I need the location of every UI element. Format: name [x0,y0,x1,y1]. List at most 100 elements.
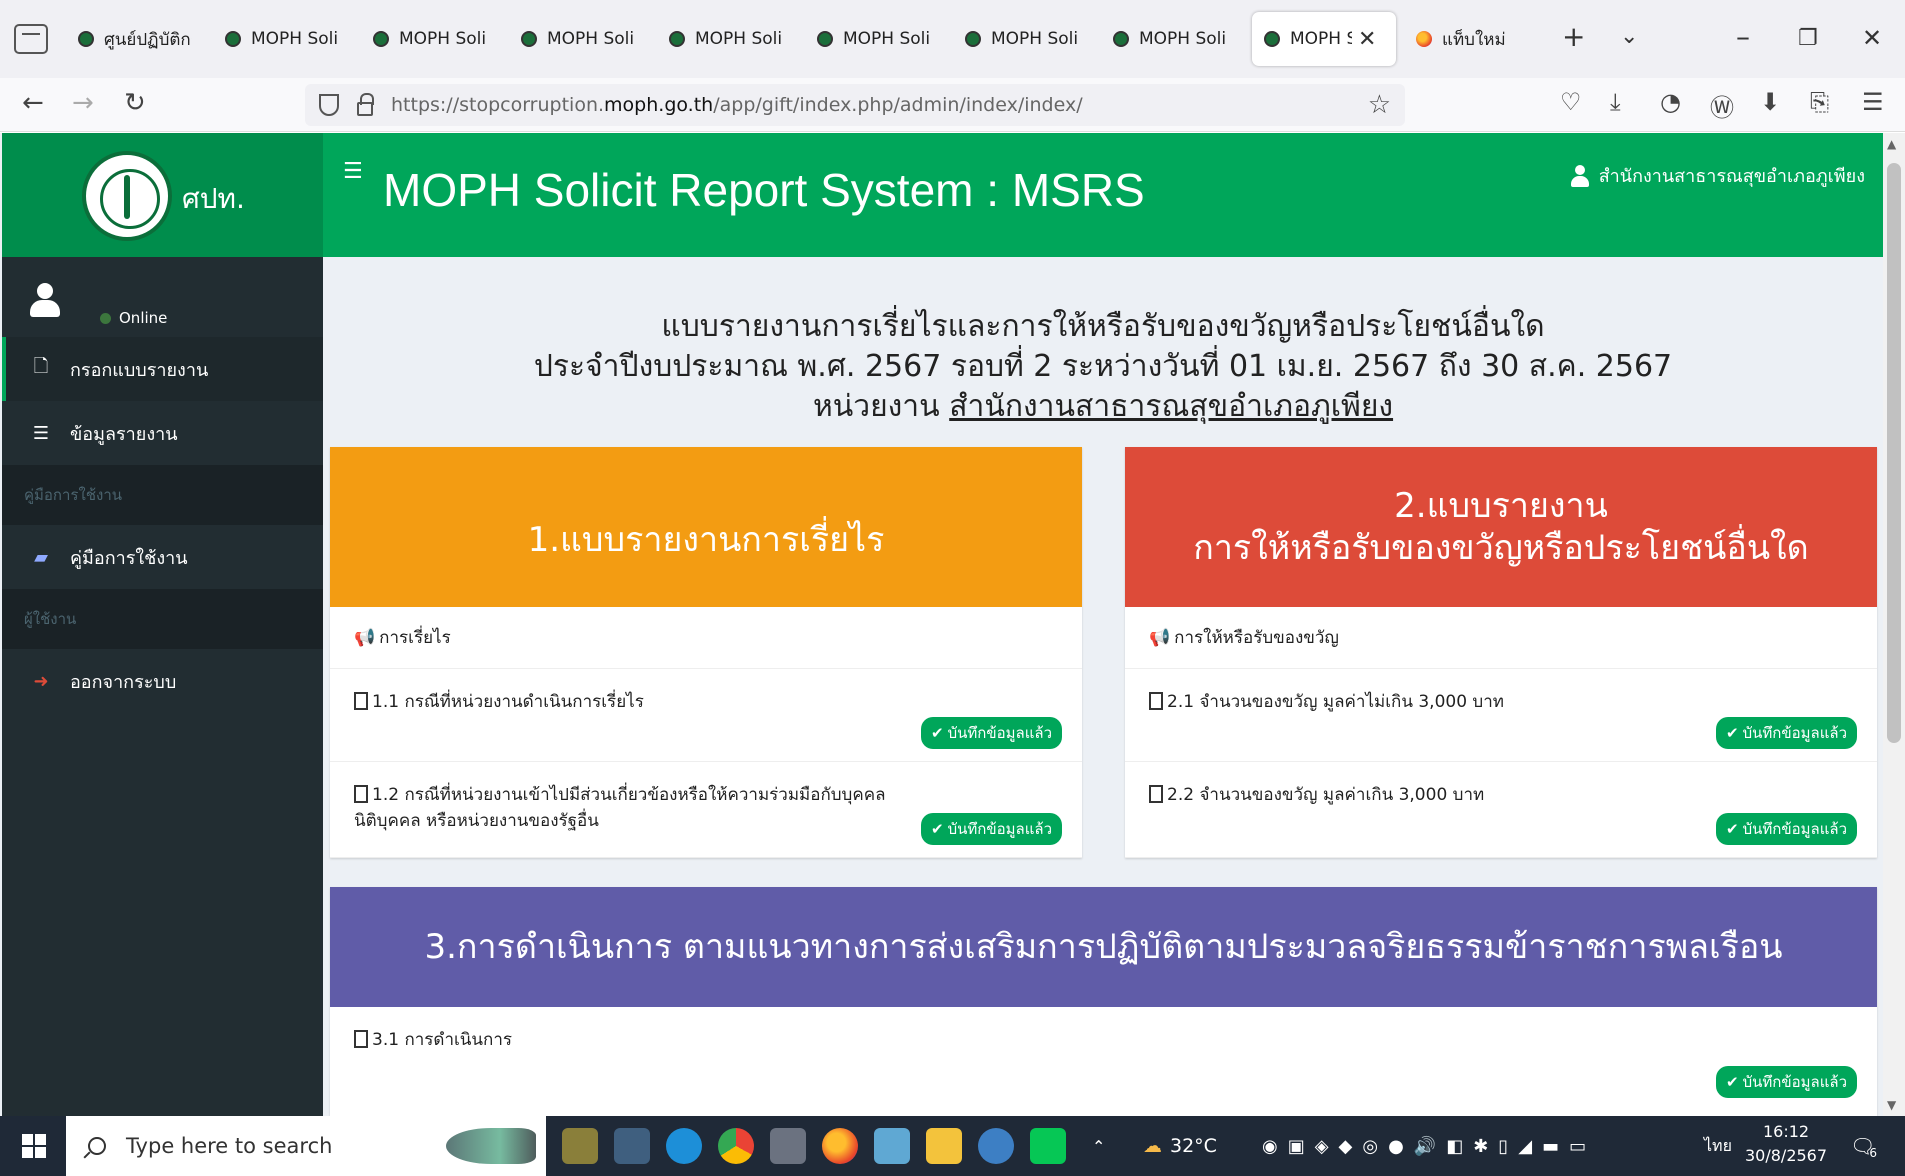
report-item[interactable]: 1.2 กรณีที่หน่วยงานเข้าไปมีส่วนเกี่ยวข้อ… [330,762,1082,858]
menu-icon[interactable]: ☰ [1862,88,1884,116]
line-icon[interactable] [1030,1128,1066,1164]
share-icon[interactable]: ⎘ [1810,88,1829,116]
chevron-down-icon[interactable]: ⌄ [1620,24,1638,49]
page-scrollbar[interactable]: ▲ ▼ [1883,133,1905,1116]
browser-tab-active[interactable]: MOPH S ✕ [1252,12,1396,66]
close-window-icon[interactable]: ✕ [1862,24,1882,52]
notification-icon[interactable]: 🗨 6 [1850,1116,1877,1176]
section-gift-box: 2.แบบรายงาน การให้หรือรับของขวัญหรือประโ… [1125,447,1877,858]
browser-tab[interactable]: MOPH Solicit [509,12,653,66]
file-icon [1149,692,1163,710]
windows-start-icon[interactable] [22,1134,46,1158]
lock-app-icon[interactable] [770,1128,806,1164]
taskbar-search[interactable]: Type here to search [66,1116,546,1176]
shield-icon[interactable] [319,94,339,116]
show-hidden-icons-icon[interactable]: ⌃ [1092,1116,1105,1176]
restore-icon[interactable]: ❐ [1798,26,1818,51]
whale-shark-image [446,1128,536,1164]
report-item-text: 1.2 กรณีที่หน่วยงานเข้าไปมีส่วนเกี่ยวข้อ… [354,785,886,831]
clock-time: 16:12 [1762,1122,1810,1141]
sidebar-item-fill-report[interactable]: 🗋 กรอกแบบรายงาน [2,337,323,401]
report-item[interactable]: 2.2 จำนวนของขวัญ มูลค่าเกิน 3,000 บาท ✔ บ… [1125,762,1877,858]
weather[interactable]: ☁ 32°C [1143,1116,1217,1176]
sign-out-icon: ➜ [33,670,49,692]
file-explorer-icon[interactable] [926,1128,962,1164]
browser-tab[interactable]: แท็บใหม่ [1404,12,1548,66]
notification-count: 6 [1869,1146,1878,1160]
taskbar-clock[interactable]: 16:12 30/8/2567 [1745,1120,1827,1168]
browser-tab[interactable]: MOPH Solicit [657,12,801,66]
site-favicon-icon [1264,31,1280,47]
saved-badge: ✔ บันทึกข้อมูลแล้ว [1716,813,1857,845]
firefox-icon [1416,31,1432,47]
edge-icon[interactable] [666,1128,702,1164]
sidebar-item-label: ข้อมูลรายงาน [70,423,178,445]
check-icon: ✔ [931,724,944,742]
database-app-icon[interactable] [562,1128,598,1164]
pocket-icon[interactable]: ♡ [1560,88,1582,116]
sidebar-item-logout[interactable]: ➜ ออกจากระบบ [2,649,323,713]
taskbar: Type here to search ⌃ ☁ 32°C ◉▣◈◆◎●🔊◧✱▯◢… [0,1116,1905,1176]
download-icon[interactable]: ⤓ [1610,88,1621,116]
close-tab-icon[interactable]: ✕ [1358,27,1376,52]
section-title: 1.แบบรายงานการเรี่ยไร [527,520,885,560]
minimize-icon[interactable]: – [1736,20,1750,53]
online-status: Online [100,309,167,327]
tool-app-icon[interactable] [614,1128,650,1164]
section-subtitle-text: การให้หรือรับของขวัญ [1174,628,1339,648]
web-page: ศปท. Online 🗋 กรอกแบบรายงาน ☰ ข้อมูลรายง… [0,133,1905,1116]
system-tray-icons[interactable]: ◉▣◈◆◎●🔊◧✱▯◢▬▭ [1262,1116,1596,1176]
status-dot-icon [100,312,111,324]
tab-title: MOPH Solicit [251,29,339,49]
saved-badge: ✔ บันทึกข้อมูลแล้ว [1716,717,1857,749]
section-solicit-header: 1.แบบรายงานการเรี่ยไร [330,447,1082,607]
logo-area[interactable]: ศปท. [2,133,323,257]
lock-icon[interactable] [357,93,374,116]
snip-app-icon[interactable] [874,1128,910,1164]
report-item[interactable]: 3.1 การดำเนินการ ✔ บันทึกข้อมูลแล้ว [330,1007,1877,1116]
site-favicon-icon [225,31,241,47]
section-title-line2: การให้หรือรับของขวัญหรือประโยชน์อื่นใด [1193,528,1809,568]
file-icon: 🗋 [33,356,49,377]
extension-icon[interactable]: ◔ [1660,88,1681,116]
report-title: แบบรายงานการเรี่ยไรและการให้หรือรับของขว… [323,307,1883,427]
scroll-up-icon[interactable]: ▲ [1887,137,1896,151]
firefox-icon[interactable] [822,1128,858,1164]
reload-icon[interactable]: ↻ [124,88,146,118]
section-ethics-box: 3.การดำเนินการ ตามแนวทางการส่งเสริมการปฏ… [330,887,1877,1116]
input-language[interactable]: ไทย [1704,1116,1732,1176]
badge-text: บันทึกข้อมูลแล้ว [1742,820,1847,838]
sidebar-item-manual[interactable]: ▰ คู่มือการใช้งาน [2,525,323,589]
browser-tab[interactable]: MOPH Solicit [361,12,505,66]
forward-icon[interactable]: → [72,88,94,118]
tab-title: MOPH Solicit [399,29,487,49]
browser-tab-strip: ศูนย์ปฏิบัติการ MOPH Solicit MOPH Solici… [0,0,1905,78]
browser-tab[interactable]: ศูนย์ปฏิบัติการ [66,12,210,66]
scrollbar-thumb[interactable] [1887,163,1901,743]
url-prefix: https://stopcorruption. [391,94,605,116]
url-host: moph.go.th [604,94,714,116]
w-extension-icon[interactable]: Ⓦ [1710,88,1734,123]
scroll-down-icon[interactable]: ▼ [1887,1098,1896,1112]
browser-tab[interactable]: MOPH Solicit [953,12,1097,66]
network-app-icon[interactable] [978,1128,1014,1164]
browser-tab[interactable]: MOPH Solicit [1101,12,1245,66]
save-download-icon[interactable]: ⬇ [1760,88,1780,116]
user-menu[interactable]: สำนักงานสาธารณสุขอำเภอภูเพียง [1570,161,1865,190]
tab-title: MOPH S [1290,29,1352,49]
sidebar-toggle-icon[interactable]: ☰ [343,159,363,184]
report-item[interactable]: 1.1 กรณีที่หน่วยงานดำเนินการเรี่ยไร ✔ บัน… [330,669,1082,762]
online-label: Online [119,309,168,327]
chrome-icon[interactable] [718,1128,754,1164]
bookmark-star-icon[interactable]: ☆ [1368,90,1391,120]
address-bar[interactable]: https://stopcorruption. moph.go.th/app/gi… [305,84,1405,126]
section-solicit-box: 1.แบบรายงานการเรี่ยไร 📢 การเรี่ยไร 1.1 ก… [330,447,1082,858]
sidebar-item-label: กรอกแบบรายงาน [70,359,209,381]
tab-list-icon[interactable] [14,24,48,54]
report-item[interactable]: 2.1 จำนวนของขวัญ มูลค่าไม่เกิน 3,000 บาท… [1125,669,1877,762]
browser-tab[interactable]: MOPH Solicit [805,12,949,66]
browser-tab[interactable]: MOPH Solicit [213,12,357,66]
sidebar-item-report-data[interactable]: ☰ ข้อมูลรายงาน [2,401,323,465]
new-tab-icon[interactable]: + [1562,20,1585,53]
back-icon[interactable]: ← [22,88,44,118]
